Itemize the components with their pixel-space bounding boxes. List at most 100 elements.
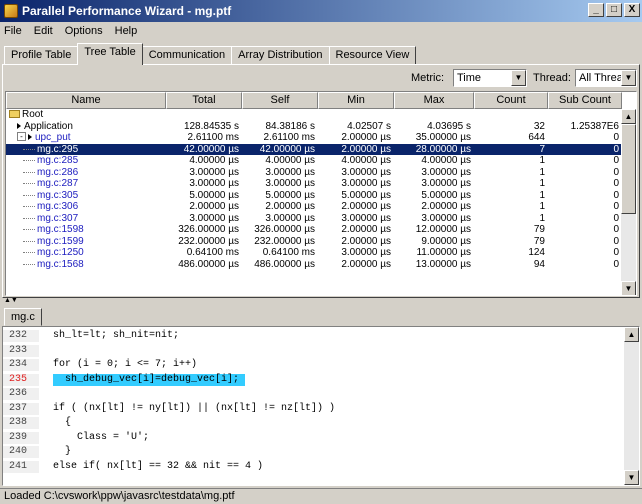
metric-select[interactable]: Time ▼ <box>453 69 527 87</box>
thread-select[interactable]: All Threads ▼ <box>575 69 637 87</box>
tab-array-distribution[interactable]: Array Distribution <box>231 46 330 65</box>
table-row[interactable]: mg.c:286 3.00000 µs 3.00000 µs 3.00000 µs 3.… <box>6 167 622 179</box>
row-name-label: mg.c:1250 <box>37 247 84 258</box>
menu-edit[interactable]: Edit <box>34 25 53 37</box>
scroll-down-icon[interactable]: ▼ <box>624 470 639 485</box>
cell-name: - upc_put <box>6 132 166 144</box>
chevron-down-icon[interactable]: ▼ <box>511 70 526 86</box>
menu-file[interactable]: File <box>4 25 22 37</box>
table-row[interactable]: mg.c:1598 326.00000 µs 326.00000 µs 2.00000… <box>6 224 622 236</box>
cell-count: 7 <box>539 143 545 155</box>
cell-count: 94 <box>533 258 545 270</box>
column-header-self[interactable]: Self <box>242 92 318 109</box>
code-line: 237 if ( (nx[lt] != ny[lt]) || (nx[lt] !=… <box>3 402 639 415</box>
code-line: 234 for (i = 0; i <= 7; i++) <box>3 359 639 371</box>
table-row[interactable]: mg.c:307 3.00000 µs 3.00000 µs 3.00000 µs 3.… <box>6 213 622 225</box>
cell-max: 3.00000 µs <box>421 166 471 178</box>
table-row[interactable]: Root <box>6 109 622 121</box>
code-vertical-scrollbar[interactable]: ▲ ▼ <box>624 327 639 485</box>
column-header-name[interactable]: Name <box>6 92 166 109</box>
splitter-arrows-icon[interactable]: ▲▼ <box>4 297 18 304</box>
menu-options[interactable]: Options <box>65 25 103 37</box>
cell-count: 79 <box>533 235 545 247</box>
cell-total: 232.00000 µs <box>178 235 239 247</box>
cell-max: 28.00000 µs <box>415 143 471 155</box>
column-header-sub-count[interactable]: Sub Count <box>548 92 622 109</box>
column-header-min[interactable]: Min <box>318 92 394 109</box>
scroll-down-icon[interactable]: ▼ <box>621 281 636 295</box>
chevron-down-icon[interactable]: ▼ <box>621 70 636 86</box>
table-row[interactable]: mg.c:306 2.00000 µs 2.00000 µs 2.00000 µs 2.… <box>6 201 622 213</box>
maximize-button[interactable]: □ <box>606 3 622 17</box>
column-header-max[interactable]: Max <box>394 92 474 109</box>
row-name-label: Application <box>24 120 73 132</box>
line-number: 233 <box>3 344 39 357</box>
cell-total: 128.84535 s <box>183 120 239 132</box>
code-line: 239 Class = 'U'; <box>3 431 639 444</box>
line-number: 232 <box>3 330 39 342</box>
cell-self: 2.61100 ms <box>263 132 315 143</box>
collapse-icon[interactable]: - <box>17 132 26 141</box>
table-row[interactable]: mg.c:295 42.00000 µs 42.00000 µs 2.00000 µs… <box>6 143 622 155</box>
cell-count: 32 <box>533 120 545 132</box>
cell-sub: 0 <box>613 247 619 258</box>
cell-count <box>474 109 548 121</box>
cell-self: 326.00000 µs <box>254 224 315 235</box>
cell-name: mg.c:1250 <box>6 247 166 259</box>
cell-name: mg.c:306 <box>6 201 166 213</box>
table-row[interactable]: - upc_put 2.61100 ms 2.61100 ms 2.00000 µs 35… <box>6 132 622 144</box>
column-header-count[interactable]: Count <box>474 92 548 109</box>
window-title: Parallel Performance Wizard - mg.ptf <box>22 4 232 18</box>
code-lines: 232 sh_lt=lt; sh_nit=nit; 233 234 for (i = 0… <box>3 327 639 473</box>
scroll-thumb[interactable] <box>621 124 636 214</box>
title-bar: Parallel Performance Wizard - mg.ptf _ □… <box>0 0 642 22</box>
row-name-label: mg.c:1568 <box>37 258 84 270</box>
table-body: Root Application 128.84535 s 84.38186 s 4.02… <box>6 109 622 270</box>
line-number: 234 <box>3 359 39 371</box>
code-line: 235 sh_debug_vec[i]=debug_vec[i]; <box>3 373 639 386</box>
table-row[interactable]: mg.c:287 3.00000 µs 3.00000 µs 3.00000 µs 3.… <box>6 178 622 190</box>
code-text: sh_debug_vec[i]=debug_vec[i]; <box>53 373 246 386</box>
expand-arrow-icon[interactable] <box>28 134 32 141</box>
tab-source-file[interactable]: mg.c <box>4 308 42 326</box>
cell-max: 3.00000 µs <box>421 178 471 189</box>
cell-count: 1 <box>539 201 545 212</box>
column-header-total[interactable]: Total <box>166 92 242 109</box>
tab-communication[interactable]: Communication <box>141 46 233 65</box>
cell-self: 3.00000 µs <box>265 212 315 224</box>
scroll-up-icon[interactable]: ▲ <box>621 109 636 124</box>
tab-resource-view[interactable]: Resource View <box>328 46 417 65</box>
tree-connector-icon <box>23 201 35 207</box>
table-row[interactable]: mg.c:1568 486.00000 µs 486.00000 µs 2.00000… <box>6 259 622 271</box>
cell-min: 2.00000 µs <box>341 258 391 270</box>
cell-total: 2.00000 µs <box>189 201 239 212</box>
table-row[interactable]: mg.c:1599 232.00000 µs 232.00000 µs 2.00000… <box>6 236 622 248</box>
table-vertical-scrollbar[interactable]: ▲ ▼ <box>621 109 636 295</box>
minimize-button[interactable]: _ <box>588 3 604 17</box>
cell-min: 2.00000 µs <box>341 224 391 235</box>
cell-total: 5.00000 µs <box>189 189 239 201</box>
cell-sub: 0 <box>613 224 619 235</box>
row-name-label: mg.c:1599 <box>37 235 84 247</box>
cell-sub: 0 <box>613 155 619 166</box>
code-line: 232 sh_lt=lt; sh_nit=nit; <box>3 330 639 342</box>
cell-min: 3.00000 µs <box>341 212 391 224</box>
cell-total: 3.00000 µs <box>189 178 239 189</box>
table-row[interactable]: mg.c:305 5.00000 µs 5.00000 µs 5.00000 µs 5.… <box>6 190 622 202</box>
close-button[interactable]: X <box>624 3 640 17</box>
tab-tree-table[interactable]: Tree Table <box>77 43 143 65</box>
scroll-up-icon[interactable]: ▲ <box>624 327 639 342</box>
source-code-view[interactable]: 232 sh_lt=lt; sh_nit=nit; 233 234 for (i = 0… <box>2 326 640 486</box>
menu-help[interactable]: Help <box>115 25 138 37</box>
cell-sub <box>548 109 622 121</box>
table-row[interactable]: mg.c:1250 0.64100 ms 0.64100 ms 3.00000 µs 1… <box>6 247 622 259</box>
cell-name: mg.c:285 <box>6 155 166 167</box>
expand-arrow-icon[interactable] <box>17 122 21 129</box>
table-row[interactable]: Application 128.84535 s 84.38186 s 4.02507 … <box>6 121 622 133</box>
cell-self <box>242 109 318 121</box>
table-row[interactable]: mg.c:285 4.00000 µs 4.00000 µs 4.00000 µs 4.… <box>6 155 622 167</box>
tree-connector-icon <box>23 259 35 265</box>
cell-self: 232.00000 µs <box>254 235 315 247</box>
pane-splitter[interactable]: ▲▼ <box>0 297 642 304</box>
tab-profile-table[interactable]: Profile Table <box>4 46 79 65</box>
